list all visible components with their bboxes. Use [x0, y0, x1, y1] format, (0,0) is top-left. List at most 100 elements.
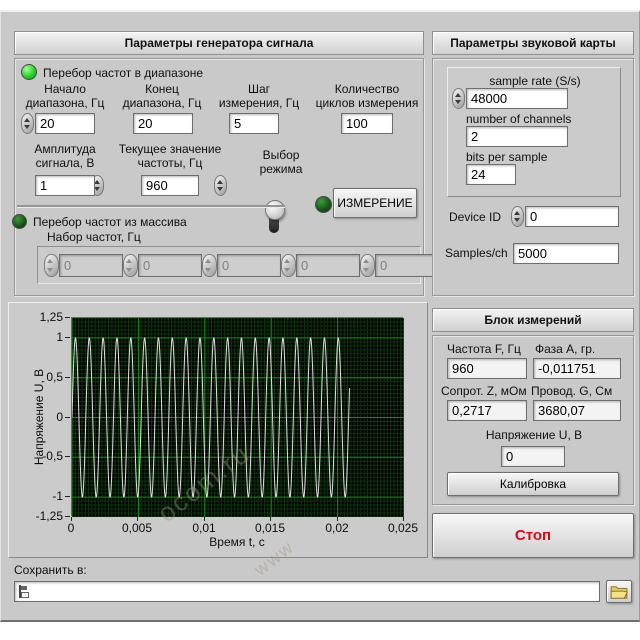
- device-id-spinner[interactable]: [511, 206, 524, 227]
- array-field-3[interactable]: 0: [296, 254, 360, 277]
- step-field[interactable]: 5: [229, 113, 279, 134]
- voltage-indicator-label: Напряжение U, В: [433, 428, 635, 442]
- soundcard-inner-panel: sample rate (S/s) 48000 number of channe…: [447, 67, 621, 197]
- soundcard-panel-title: Параметры звуковой карты: [432, 31, 634, 55]
- y-tick-mark: [65, 317, 70, 318]
- generator-panel: Перебор частот в диапазоне Началодиапазо…: [14, 58, 424, 296]
- channels-field[interactable]: 2: [466, 126, 568, 147]
- calibrate-button[interactable]: Калибровка: [447, 472, 619, 496]
- array-field-0[interactable]: 0: [59, 254, 123, 277]
- samples-label: Samples/ch: [445, 246, 508, 260]
- samples-field[interactable]: 5000: [513, 243, 619, 264]
- divider-line: [17, 205, 285, 207]
- current-frequency-label: Текущее значениечастоты, Гц: [105, 142, 235, 171]
- y-tick-mark: [65, 377, 70, 378]
- waveform-graph-panel: Напряжение U, В Время t, с 1,2510,50-0,5…: [8, 302, 428, 558]
- array-item: 0: [44, 254, 123, 277]
- frequency-array-panel: 0 0 0 0 0: [37, 246, 421, 284]
- amplitude-field[interactable]: 1: [35, 175, 95, 196]
- frequency-indicator: 960: [447, 358, 527, 379]
- array-spinner-1[interactable]: [123, 254, 138, 277]
- array-mode-label: Перебор частот из массива: [33, 215, 187, 229]
- y-tick-label: 1: [25, 330, 63, 344]
- x-tick-mark: [270, 517, 271, 521]
- toggle-knob[interactable]: [265, 200, 285, 220]
- end-range-field[interactable]: 20: [133, 113, 193, 134]
- measurement-panel: Частота F, Гц Фаза А, гр. 960 -0,011751 …: [432, 335, 634, 505]
- y-tick-mark: [65, 516, 70, 517]
- phase-indicator-label: Фаза А, гр.: [535, 342, 595, 356]
- array-spinner-2[interactable]: [202, 254, 217, 277]
- save-path-field[interactable]: [14, 581, 600, 602]
- frequency-indicator-label: Частота F, Гц: [447, 342, 521, 356]
- x-tick-mark: [403, 517, 404, 521]
- y-tick-label: 0,5: [25, 370, 63, 384]
- soundcard-panel: sample rate (S/s) 48000 number of channe…: [432, 58, 634, 296]
- array-field-4[interactable]: 0: [375, 254, 439, 277]
- start-range-label: Началодиапазона, Гц: [19, 82, 111, 111]
- start-range-field[interactable]: 20: [35, 113, 95, 134]
- array-mode-led: [12, 214, 27, 229]
- mode-select-label: Выборрежима: [249, 148, 313, 177]
- impedance-indicator: 0,2717: [447, 400, 527, 421]
- x-tick-label: 0,015: [245, 521, 295, 535]
- channels-label: number of channels: [466, 112, 571, 126]
- x-tick-label: 0: [46, 521, 96, 535]
- range-mode-led: [21, 64, 37, 80]
- x-tick-label: 0,02: [312, 521, 362, 535]
- array-item: 0: [202, 254, 281, 277]
- measure-led: [315, 196, 332, 213]
- cycles-field[interactable]: 100: [341, 113, 393, 134]
- path-glyph-icon: [19, 585, 30, 598]
- sample-rate-label: sample rate (S/s): [448, 74, 622, 88]
- measurement-title-label: Блок измерений: [484, 313, 581, 327]
- device-id-label: Device ID: [449, 210, 501, 224]
- measurement-panel-title: Блок измерений: [432, 308, 634, 332]
- voltage-indicator: 0: [501, 446, 565, 467]
- generator-panel-title: Параметры генератора сигнала: [14, 31, 424, 55]
- waveform-plot: [72, 318, 402, 517]
- x-axis-label: Время t, с: [71, 535, 403, 549]
- save-to-label: Сохранить в:: [14, 563, 87, 577]
- start-range-spinner[interactable]: [21, 113, 34, 134]
- sample-rate-field[interactable]: 48000: [466, 88, 568, 109]
- open-folder-icon: [610, 585, 628, 599]
- device-id-field[interactable]: 0: [525, 206, 619, 227]
- current-frequency-field[interactable]: 960: [141, 175, 199, 196]
- waveform-svg: [72, 318, 404, 517]
- x-tick-mark: [204, 517, 205, 521]
- mode-toggle-switch[interactable]: [269, 209, 279, 233]
- conductance-indicator: 3680,07: [533, 400, 621, 421]
- browse-folder-button[interactable]: [606, 580, 632, 603]
- x-tick-label: 0,01: [179, 521, 229, 535]
- sample-rate-spinner[interactable]: [452, 88, 465, 109]
- y-tick-mark: [65, 456, 70, 457]
- stop-button[interactable]: Стоп: [432, 513, 634, 558]
- phase-indicator: -0,011751: [533, 358, 621, 379]
- generator-title-label: Параметры генератора сигнала: [125, 36, 314, 50]
- array-item: 0: [123, 254, 202, 277]
- array-item: 0: [360, 254, 439, 277]
- soundcard-title-label: Параметры звуковой карты: [450, 36, 616, 50]
- y-tick-mark: [65, 337, 70, 338]
- array-spinner-3[interactable]: [281, 254, 296, 277]
- x-tick-label: 0,005: [112, 521, 162, 535]
- array-field-1[interactable]: 0: [138, 254, 202, 277]
- current-frequency-spinner[interactable]: [214, 175, 227, 196]
- step-label: Шагизмерения, Гц: [211, 82, 307, 111]
- plot-area: [71, 317, 403, 516]
- end-range-label: Конецдиапазона, Гц: [113, 82, 211, 111]
- array-field-2[interactable]: 0: [217, 254, 281, 277]
- bits-label: bits per sample: [466, 150, 547, 164]
- x-tick-label: 0,025: [378, 521, 428, 535]
- measure-button[interactable]: ИЗМЕРЕНИЕ: [333, 188, 417, 218]
- x-tick-mark: [337, 517, 338, 521]
- array-item: 0: [281, 254, 360, 277]
- y-tick-mark: [65, 496, 70, 497]
- y-tick-mark: [65, 417, 70, 418]
- amplitude-label: Амплитудасигнала, В: [19, 142, 111, 171]
- array-spinner-4[interactable]: [360, 254, 375, 277]
- frequency-set-label: Набор частот, Гц: [47, 230, 141, 244]
- array-spinner-0[interactable]: [44, 254, 59, 277]
- bits-field[interactable]: 24: [466, 164, 516, 185]
